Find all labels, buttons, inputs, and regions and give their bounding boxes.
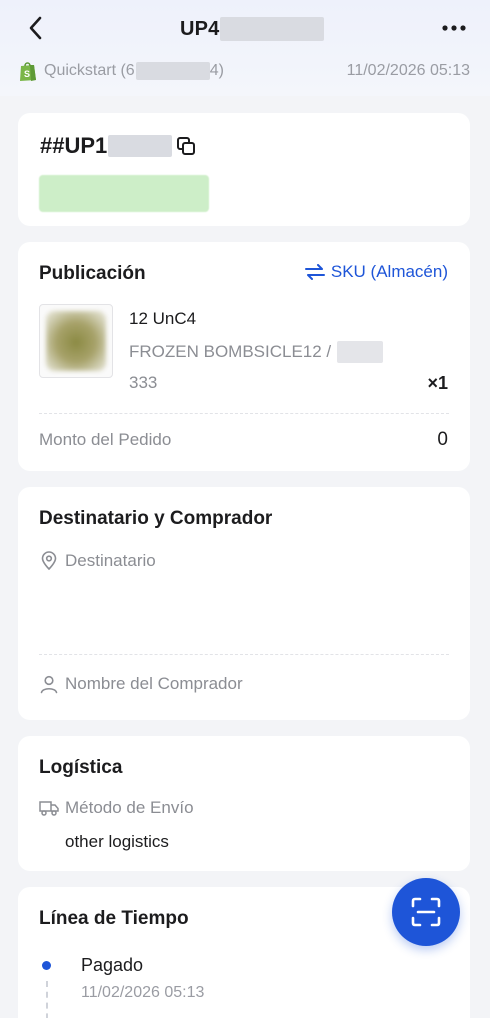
timeline-title: Línea de Tiempo [39,908,189,929]
copy-icon [177,137,196,155]
svg-text:S: S [24,69,30,79]
store-name-prefix: Quickstart (6 [44,62,135,79]
recipient-title: Destinatario y Comprador [39,508,273,529]
recipient-label: Destinatario [65,551,156,570]
product-quantity: ×1 [427,373,448,393]
product-sku: 333 [129,373,158,392]
order-id-card: ##UP1 [18,113,470,226]
order-id: ##UP1 [40,133,108,158]
more-horizontal-icon [442,25,466,31]
more-button[interactable] [440,16,468,40]
header: UP4 S Quickstart (6 4) 11/02/2026 05:13 [0,0,490,96]
divider [39,654,449,655]
buyer-label: Nombre del Comprador [65,674,243,693]
chevron-left-icon [29,16,42,40]
order-title: UP4 [180,17,220,40]
page-title: UP4 [180,16,324,42]
publication-title: Publicación [39,263,146,284]
copy-button[interactable] [176,136,196,156]
product-variant-row: FROZEN BOMBSICLE12 / [129,341,384,363]
truck-icon [39,801,59,816]
order-timestamp: 11/02/2026 05:13 [346,62,470,79]
location-pin-icon [41,551,57,571]
publication-card: Publicación SKU (Almacén) 12 UnC4 FROZEN… [18,242,470,471]
nav-bar: UP4 [0,0,490,56]
order-amount-value: 0 [437,429,448,450]
logistics-card: Logística Método de Envío other logistic… [18,736,470,871]
back-button[interactable] [22,14,50,42]
redacted-store-id [135,62,210,80]
order-amount-label: Monto del Pedido [39,430,172,449]
timeline-event-label: Pagado [81,955,144,975]
product-variant: FROZEN BOMBSICLE12 / [129,342,332,361]
scan-icon [411,897,441,927]
timeline-connector [46,981,48,1018]
recipient-row: Destinatario [39,551,156,571]
product-thumbnail[interactable] [39,304,113,378]
swap-arrows-icon [304,264,325,280]
shipping-method-value: other logistics [65,832,169,851]
store-name-suffix: 4) [209,62,224,79]
person-icon [40,675,58,694]
order-meta-row: S Quickstart (6 4) 11/02/2026 05:13 [18,58,470,84]
redacted-variant [337,341,384,363]
redacted-order-id [108,135,173,157]
product-name: 12 UnC4 [129,309,197,328]
scan-button[interactable] [392,878,460,946]
order-id-row: ##UP1 [40,133,196,159]
timeline-dot [42,961,51,970]
product-image [46,311,106,371]
logistics-title: Logística [39,757,123,778]
shipping-method-label: Método de Envío [65,798,194,817]
sku-link-label: SKU (Almacén) [330,262,448,281]
store-info: S Quickstart (6 4) [18,60,224,82]
order-status-badge [39,175,209,212]
redacted-title [219,17,324,41]
divider [39,413,449,414]
shipping-method-row: Método de Envío [39,798,194,818]
sku-warehouse-toggle[interactable]: SKU (Almacén) [304,262,448,282]
store-name: Quickstart (6 4) [44,62,224,80]
buyer-row: Nombre del Comprador [39,674,243,694]
timeline-event-time: 11/02/2026 05:13 [81,984,205,1001]
recipient-card: Destinatario y Comprador Destinatario No… [18,487,470,720]
shopify-bag-icon: S [20,62,36,81]
